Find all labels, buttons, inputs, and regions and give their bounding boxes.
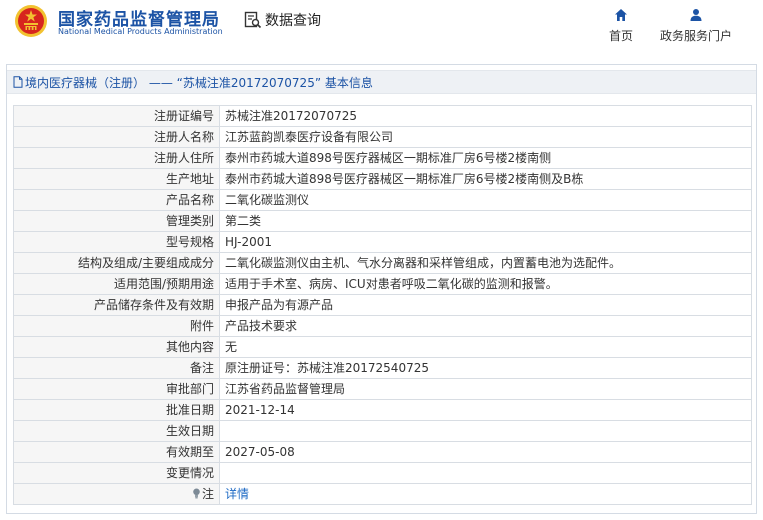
- field-label: 批准日期: [13, 399, 220, 421]
- table-row: 注册证编号 苏械注准20172070725: [13, 105, 752, 127]
- table-row: 注册人名称 江苏蓝韵凯泰医疗设备有限公司: [13, 126, 752, 148]
- field-label: 其他内容: [13, 336, 220, 358]
- table-row: 产品储存条件及有效期 申报产品为有源产品: [13, 294, 752, 316]
- table-row: 生产地址 泰州市药城大道898号医疗器械区一期标准厂房6号楼2楼南侧及B栋: [13, 168, 752, 190]
- field-value: 适用于手术室、病房、ICU对患者呼吸二氧化碳的监测和报警。: [219, 273, 752, 295]
- field-value: [219, 462, 752, 484]
- field-value: 2021-12-14: [219, 399, 752, 421]
- national-emblem-icon[interactable]: [14, 4, 48, 38]
- field-label: 附件: [13, 315, 220, 337]
- table-row: 管理类别 第二类: [13, 210, 752, 232]
- field-label: 审批部门: [13, 378, 220, 400]
- field-label: 产品名称: [13, 189, 220, 211]
- field-label: 备注: [13, 357, 220, 379]
- field-value: HJ-2001: [219, 231, 752, 253]
- nav-home-label: 首页: [608, 29, 633, 43]
- document-icon: [13, 76, 23, 88]
- field-label: 生产地址: [13, 168, 220, 190]
- field-value: 原注册证号：苏械注准20172540725: [219, 357, 752, 379]
- details-link[interactable]: 详情: [225, 487, 249, 501]
- table-row: 生效日期: [13, 420, 752, 442]
- table-row: 附件 产品技术要求: [13, 315, 752, 337]
- field-label: 变更情况: [13, 462, 220, 484]
- table-row: 批准日期 2021-12-14: [13, 399, 752, 421]
- field-value: [219, 420, 752, 442]
- field-label: 注册人住所: [13, 147, 220, 169]
- note-label-cell: 注: [13, 483, 220, 505]
- user-icon: [690, 9, 702, 21]
- nav-home[interactable]: 首页: [606, 8, 636, 44]
- note-label: 注: [201, 486, 214, 501]
- field-value: 二氧化碳监测仪: [219, 189, 752, 211]
- table-row: 型号规格 HJ-2001: [13, 231, 752, 253]
- table-row: 备注 原注册证号：苏械注准20172540725: [13, 357, 752, 379]
- field-label: 结构及组成/主要组成成分: [13, 252, 220, 274]
- field-label: 有效期至: [13, 441, 220, 463]
- field-label: 管理类别: [13, 210, 220, 232]
- info-table: 注册证编号 苏械注准20172070725 注册人名称 江苏蓝韵凯泰医疗设备有限公司注…: [13, 105, 752, 505]
- breadcrumb: 境内医疗器械（注册） —— “苏械注准20172070725” 基本信息: [7, 70, 756, 94]
- lightbulb-icon: [193, 488, 200, 498]
- field-label: 产品储存条件及有效期: [13, 294, 220, 316]
- field-value: 泰州市药城大道898号医疗器械区一期标准厂房6号楼2楼南侧: [219, 147, 752, 169]
- field-label: 注册人名称: [13, 126, 220, 148]
- nav-portal-label: 政务服务门户: [659, 29, 732, 43]
- data-query-label: 数据查询: [265, 13, 321, 29]
- table-row: 其他内容无: [13, 336, 752, 358]
- field-value: 江苏省药品监督管理局: [219, 378, 752, 400]
- org-name-en[interactable]: National Medical Products Administration: [58, 27, 223, 36]
- field-value: 申报产品为有源产品: [219, 294, 752, 316]
- table-row: 审批部门 江苏省药品监督管理局: [13, 378, 752, 400]
- field-label: 适用范围/预期用途: [13, 273, 220, 295]
- field-label: 型号规格: [13, 231, 220, 253]
- field-value: 产品技术要求: [219, 315, 752, 337]
- note-row: 注详情: [13, 483, 752, 505]
- table-row: 结构及组成/主要组成成分 二氧化碳监测仪由主机、气水分离器和采样管组成，内置蓄电池…: [13, 252, 752, 274]
- note-value-cell: 详情: [219, 483, 752, 505]
- field-value: 江苏蓝韵凯泰医疗设备有限公司: [219, 126, 752, 148]
- detail-panel: 境内医疗器械（注册） —— “苏械注准20172070725” 基本信息 注册证…: [6, 64, 757, 514]
- field-label: 生效日期: [13, 420, 220, 442]
- page-title: 境内医疗器械（注册） —— “苏械注准20172070725” 基本信息: [25, 75, 373, 90]
- nav-portal[interactable]: 政务服务门户: [656, 8, 736, 44]
- search-document-icon: [244, 11, 262, 29]
- table-row: 注册人住所 泰州市药城大道898号医疗器械区一期标准厂房6号楼2楼南侧: [13, 147, 752, 169]
- table-row: 有效期至 2027-05-08: [13, 441, 752, 463]
- table-row: 产品名称 二氧化碳监测仪: [13, 189, 752, 211]
- field-value: 泰州市药城大道898号医疗器械区一期标准厂房6号楼2楼南侧及B栋: [219, 168, 752, 190]
- table-row: 适用范围/预期用途 适用于手术室、病房、ICU对患者呼吸二氧化碳的监测和报警。: [13, 273, 752, 295]
- field-value: 第二类: [219, 210, 752, 232]
- field-value: 苏械注准20172070725: [219, 105, 752, 127]
- data-query-link[interactable]: 数据查询: [244, 10, 321, 30]
- home-icon: [615, 9, 627, 21]
- field-value: 无: [219, 336, 752, 358]
- field-value: 二氧化碳监测仪由主机、气水分离器和采样管组成，内置蓄电池为选配件。: [219, 252, 752, 274]
- table-row: 变更情况: [13, 462, 752, 484]
- field-label: 注册证编号: [13, 105, 220, 127]
- site-header: 国家药品监督管理局 National Medical Products Admi…: [0, 0, 763, 58]
- field-value: 2027-05-08: [219, 441, 752, 463]
